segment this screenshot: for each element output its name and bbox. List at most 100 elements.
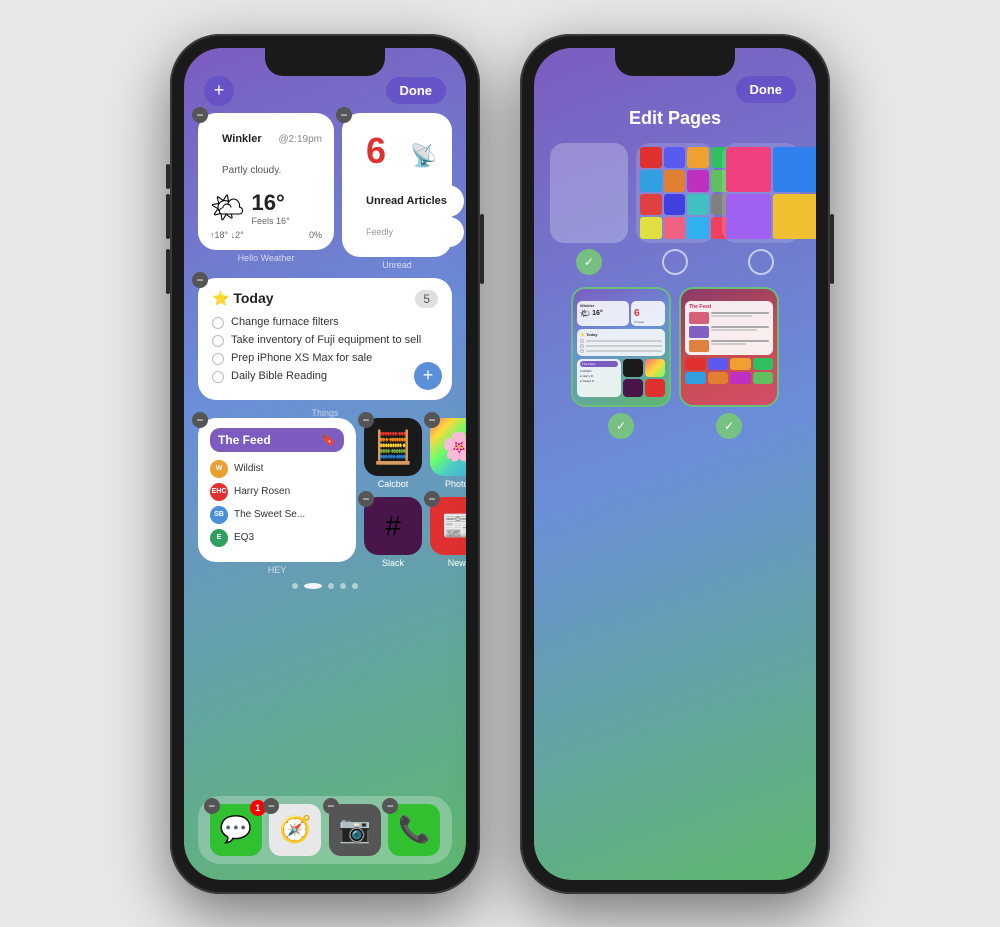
page-check-1: ✓ [576, 249, 602, 275]
slack-emoji: # [385, 510, 401, 542]
dot-5 [352, 583, 358, 589]
phone-2-topbar: Done [534, 76, 816, 103]
feed-name-4: EQ3 [234, 532, 254, 543]
widget-row-1: − Winkler @2:19pm Partly cloudy. 🌤 16° [198, 113, 452, 270]
dot-3 [328, 583, 334, 589]
todo-circle-2 [212, 335, 224, 347]
dock-camera-wrap: − 📷 [329, 804, 381, 856]
screenshot-1-inner: Winkler 🌤 16° 6 Unread [573, 289, 669, 405]
things-title: ⭐ Today [212, 290, 274, 307]
things-header: ⭐ Today 5 [212, 290, 438, 308]
add-widget-button[interactable]: + [204, 76, 234, 106]
phone-2-bg: Done Edit Pages ✓ [534, 48, 816, 880]
pages-row-bottom: Winkler 🌤 16° 6 Unread [548, 287, 802, 439]
page-thumb-4[interactable]: Winkler 🌤 16° 6 Unread [571, 287, 671, 439]
feed-avatar-4: E [210, 529, 228, 547]
dot-2 [304, 583, 322, 589]
page-check-4: ✓ [608, 413, 634, 439]
weather-widget[interactable]: Winkler @2:19pm Partly cloudy. 🌤 16° Fee… [198, 113, 334, 250]
phone-remove-button[interactable]: − [382, 798, 398, 814]
calcbot-icon-wrap[interactable]: 🧮 Calcbot [364, 418, 422, 489]
page-thumb-1[interactable]: ✓ [550, 143, 628, 275]
weather-time: @2:19pm [278, 134, 322, 145]
screenshot-2-inner: The Feed [681, 289, 777, 405]
feed-widget[interactable]: The Feed 🔖 W Wildist EHC Harry Rosen [198, 418, 356, 562]
photos-icon-wrap[interactable]: 🌸 Photos [430, 418, 466, 489]
pages-grid: ✓ [548, 143, 802, 451]
feed-title: The Feed [218, 433, 271, 447]
page-check-3 [748, 249, 774, 275]
weather-precip: 0% [309, 230, 322, 240]
dock-safari-wrap: − 🧭 [269, 804, 321, 856]
mini-app-9 [640, 194, 662, 216]
weather-remove-button[interactable]: − [192, 107, 208, 123]
mini-app-5 [640, 170, 662, 192]
things-add-button[interactable]: + [414, 362, 442, 390]
unread-widget[interactable]: 6 📡 Unread Articles Feedly [342, 113, 452, 257]
phone-1-screen: + Done − Winkler @2:19pm Par [184, 48, 466, 880]
weather-feels: Feels 16° [252, 216, 290, 226]
slack-remove-button[interactable]: − [358, 491, 374, 507]
unread-widget-label: Unread [342, 260, 452, 270]
rss-icon: 📡 [398, 133, 449, 179]
unread-remove-button[interactable]: − [336, 107, 352, 123]
edit-pages-title: Edit Pages [534, 108, 816, 129]
feed-item-2: EHC Harry Rosen [210, 483, 344, 501]
mini-app-11 [687, 194, 709, 216]
feed-name-1: Wildist [234, 463, 263, 474]
todo-item-2: Take inventory of Fuji equipment to sell [212, 334, 438, 347]
mini-app-13 [640, 217, 662, 239]
dot-1 [292, 583, 298, 589]
weather-high-low: ↑18° ↓2° [210, 230, 244, 240]
calcbot-remove-button[interactable]: − [358, 412, 374, 428]
weather-widget-label: Hello Weather [198, 253, 334, 263]
news-icon-wrap[interactable]: 📰 News [430, 497, 466, 568]
calcbot-icon: 🧮 [364, 418, 422, 476]
things-widget-wrap: − ⭐ Today 5 Change furnace filters Tak [198, 278, 452, 418]
mini-app-6 [664, 170, 686, 192]
dock-phone-wrap: − 📞 [388, 804, 440, 856]
pages-row-top: ✓ [548, 143, 802, 275]
mini-app-21 [726, 194, 771, 239]
things-widget[interactable]: ⭐ Today 5 Change furnace filters Take in… [198, 278, 452, 400]
page-screenshot-2: The Feed [679, 287, 779, 407]
feed-header: The Feed 🔖 [210, 428, 344, 452]
page-thumb-5[interactable]: The Feed [679, 287, 779, 439]
page-preview-blank [550, 143, 628, 243]
things-footer: Things [198, 408, 452, 418]
page-thumb-3[interactable] [722, 143, 800, 275]
todo-item-1: Change furnace filters [212, 316, 438, 329]
mini-app-15 [687, 217, 709, 239]
done-button-phone2[interactable]: Done [736, 76, 797, 103]
mini-app-3 [687, 147, 709, 169]
camera-remove-button[interactable]: − [323, 798, 339, 814]
feed-avatar-1: W [210, 460, 228, 478]
page-thumb-2[interactable] [636, 143, 714, 275]
unread-subtitle: Feedly [354, 217, 464, 247]
photos-remove-button[interactable]: − [424, 412, 440, 428]
done-button-phone1[interactable]: Done [386, 77, 447, 104]
notch [265, 48, 385, 76]
slack-icon: # [364, 497, 422, 555]
messages-remove-button[interactable]: − [204, 798, 220, 814]
slack-wrap: − # Slack [364, 497, 422, 568]
mini-app-1 [640, 147, 662, 169]
phone-dock-icon[interactable]: 📞 [388, 804, 440, 856]
calcbot-emoji: 🧮 [373, 428, 413, 466]
bookmark-icon: 🔖 [321, 433, 336, 447]
page-dots [198, 583, 452, 589]
notch-2 [615, 48, 735, 76]
things-remove-button[interactable]: − [192, 272, 208, 288]
unread-count: 6 [354, 123, 398, 179]
safari-remove-button[interactable]: − [263, 798, 279, 814]
safari-dock-icon[interactable]: 🧭 [269, 804, 321, 856]
page-check-5: ✓ [716, 413, 742, 439]
slack-icon-wrap[interactable]: # Slack [364, 497, 422, 568]
todo-text-3: Prep iPhone XS Max for sale [231, 352, 372, 364]
todo-text-2: Take inventory of Fuji equipment to sell [231, 334, 421, 346]
feed-remove-button[interactable]: − [192, 412, 208, 428]
slack-label: Slack [382, 558, 404, 568]
feed-widget-label: HEY [198, 565, 356, 575]
news-remove-button[interactable]: − [424, 491, 440, 507]
dock: − 💬 1 − 🧭 − 📷 − 📞 [198, 796, 452, 864]
